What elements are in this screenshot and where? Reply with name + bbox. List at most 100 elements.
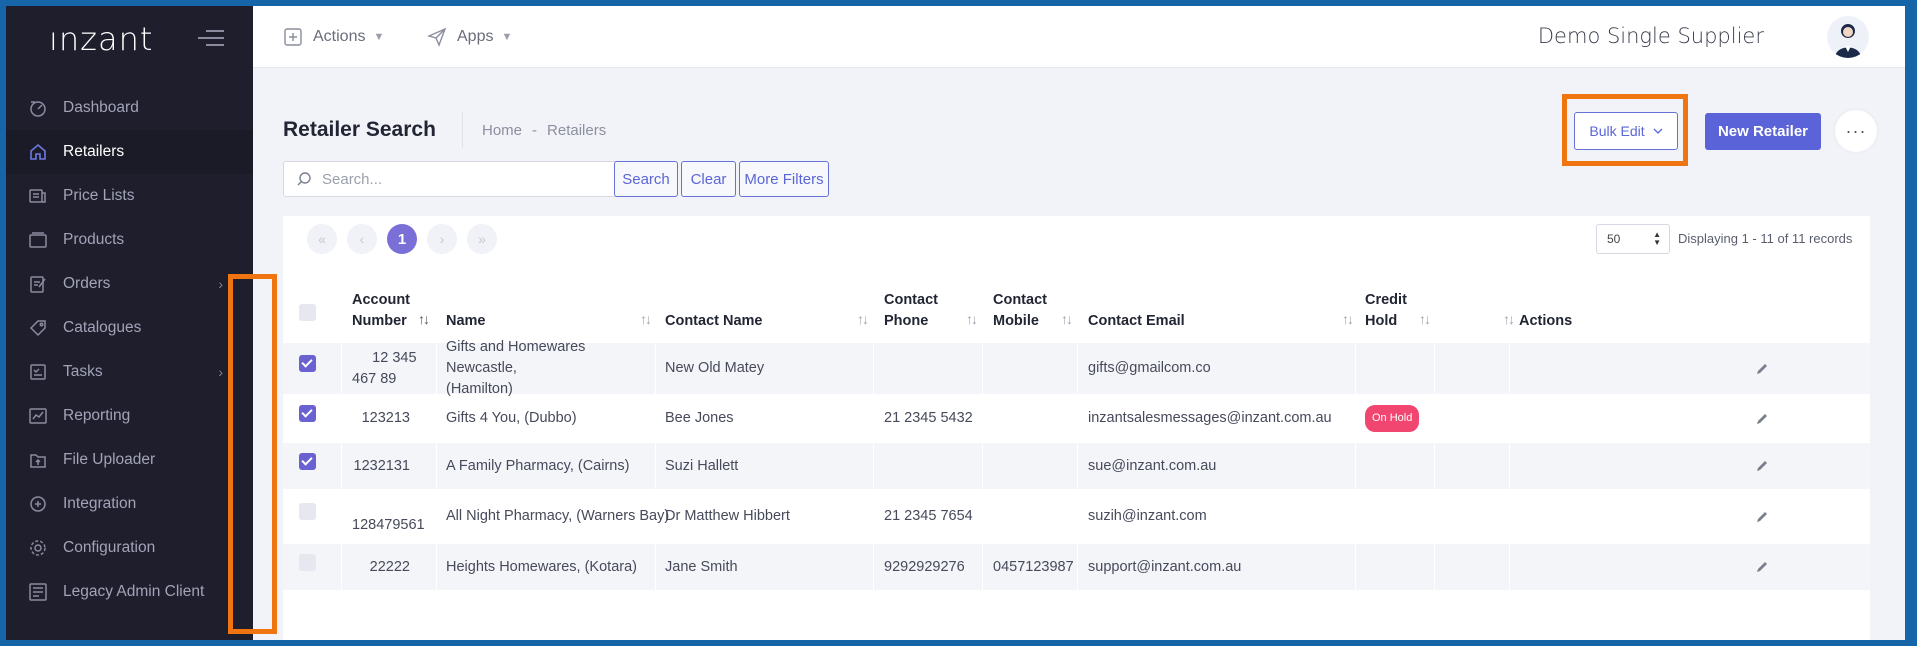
edit-pencil-icon[interactable] [1755,343,1769,394]
sort-icon: ↑↓ [1061,311,1073,327]
header-account-number[interactable]: Account Number ↑↓ [352,276,436,342]
page-title: Retailer Search [283,118,436,141]
edit-pencil-icon[interactable] [1755,544,1769,590]
per-page-select[interactable]: 50 ▲ ▼ [1596,224,1670,254]
name-cell: Gifts and Homewares Newcastle, (Hamilton) [446,339,586,397]
sidebar-item-label: Dashboard [63,99,139,116]
chevron-down-icon: ▼ [501,31,513,43]
sidebar-item-file-uploader[interactable]: File Uploader [6,438,253,482]
sidebar-item-label: Orders [63,275,111,292]
header-contact-name[interactable]: Contact Name ↑↓ [665,276,875,342]
header-credit-hold[interactable]: Credit Hold ↑↓ [1365,276,1437,342]
status-badge: On Hold [1365,405,1420,432]
sidebar-item-configuration[interactable]: Configuration [6,526,253,570]
sidebar-nav: Dashboard Retailers Price Lists Products… [6,86,253,614]
apps-menu-label: Apps [457,28,494,45]
contact-email-cell: support@inzant.com.au [1088,558,1242,575]
account-number-cell: 22222 [369,558,410,575]
first-page-button[interactable]: « [307,224,337,254]
tasks-icon [27,361,49,383]
row-checkbox[interactable] [299,554,316,571]
main-content: Actions ▼ Apps ▼ Demo Single Supplier Re… [253,6,1905,640]
sort-asc-icon: ↑↓ [418,311,430,327]
name-cell: Gifts 4 You, (Dubbo) [446,410,577,426]
edit-pencil-icon[interactable] [1755,394,1769,443]
search-input[interactable] [322,170,642,188]
prev-page-button[interactable]: ‹ [347,224,377,254]
orders-icon [27,273,49,295]
sidebar-item-orders[interactable]: Orders › [6,262,253,306]
name-cell: Heights Homewares, (Kotara) [446,558,637,575]
edit-pencil-icon[interactable] [1755,489,1769,544]
credit-hold-cell: On Hold [1365,394,1420,443]
table-row[interactable]: 22222 Heights Homewares, (Kotara) Jane S… [283,544,1870,590]
breadcrumb-home[interactable]: Home [482,122,522,139]
more-options-button[interactable]: ··· [1835,110,1877,152]
row-checkbox[interactable] [299,503,316,520]
sidebar-item-reporting[interactable]: Reporting [6,394,253,438]
last-page-button[interactable]: » [467,224,497,254]
table-row[interactable]: 12 345 467 89 Gifts and Homewares Newcast… [283,339,1870,397]
avatar[interactable] [1827,16,1869,58]
contact-email-cell: gifts@gmailcom.co [1088,360,1211,376]
contact-email-cell: suzih@inzant.com [1088,508,1207,524]
sidebar-item-label: Products [63,231,125,248]
account-number-cell: 1232131 [353,457,410,474]
select-all-checkbox[interactable] [299,304,316,321]
results-panel: « ‹ 1 › » 50 ▲ ▼ Displaying 1 - 11 of 11 … [283,216,1870,640]
name-cell: All Night Pharmacy, (Warners Bay) [446,508,670,524]
breadcrumb: Home - Retailers [482,122,606,139]
breadcrumb-separator: - [532,122,538,139]
sidebar-item-dashboard[interactable]: Dashboard [6,86,253,130]
tag-icon [27,317,49,339]
home-icon [27,141,49,163]
apps-menu[interactable]: Apps ▼ [427,27,512,47]
table-row[interactable]: 123213 Gifts 4 You, (Dubbo) Bee Jones 21… [283,394,1870,443]
more-filters-button[interactable]: More Filters [739,161,829,197]
row-checkbox[interactable] [299,405,316,422]
sidebar-item-products[interactable]: Products [6,218,253,262]
sidebar-item-label: Integration [63,495,137,512]
edit-pencil-icon[interactable] [1755,443,1769,489]
breadcrumb-retailers[interactable]: Retailers [547,122,606,139]
new-retailer-button[interactable]: New Retailer [1705,113,1821,150]
header-contact-email[interactable]: Contact Email ↑↓ [1088,276,1360,342]
row-checkbox[interactable] [299,453,316,470]
actions-menu[interactable]: Actions ▼ [283,27,384,47]
table-header: Account Number ↑↓ Name ↑↓ Contact Name ↑↓… [283,276,1870,342]
clear-button[interactable]: Clear [681,161,736,197]
sort-icon: ↑↓ [1419,311,1431,327]
table-row[interactable]: 128479561 All Night Pharmacy, (Warners B… [283,489,1870,544]
search-field[interactable] [283,161,657,197]
page-1-button[interactable]: 1 [387,224,417,254]
row-checkbox[interactable] [299,355,316,372]
pagination: « ‹ 1 › » [307,224,497,254]
account-number-cell: 12 345 467 89 [352,349,417,387]
menu-toggle-icon[interactable] [198,30,224,51]
sidebar-item-legacy-admin[interactable]: Legacy Admin Client [6,570,253,614]
sidebar-item-label: Configuration [63,539,156,556]
sidebar-item-label: Tasks [63,363,103,380]
logo: ınzant [49,20,154,58]
header-name[interactable]: Name ↑↓ [446,276,658,342]
table-row[interactable]: 1232131 A Family Pharmacy, (Cairns) Suzi… [283,443,1870,489]
sidebar-item-price-lists[interactable]: Price Lists [6,174,253,218]
contact-phone-cell: 21 2345 7654 [884,508,973,524]
sidebar-item-tasks[interactable]: Tasks › [6,350,253,394]
contact-phone-cell: 21 2345 5432 [884,410,973,426]
sidebar-item-label: Legacy Admin Client [63,583,205,600]
sidebar-item-catalogues[interactable]: Catalogues [6,306,253,350]
sidebar-item-label: Catalogues [63,319,142,336]
bulk-edit-highlight [1562,94,1688,166]
search-button[interactable]: Search [614,161,678,197]
sidebar-item-integration[interactable]: Integration [6,482,253,526]
header-contact-mobile[interactable]: Contact Mobile ↑↓ [993,276,1079,342]
sidebar-item-retailers[interactable]: Retailers [6,130,253,174]
sidebar-item-label: Reporting [63,407,131,424]
header-contact-phone[interactable]: Contact Phone ↑↓ [884,276,984,342]
add-box-icon [283,27,303,47]
select-arrows-icon: ▲ ▼ [1653,230,1661,247]
next-page-button[interactable]: › [427,224,457,254]
header-actions: Actions [1519,313,1573,329]
header-unlabeled[interactable]: ↑↓ [1443,276,1521,342]
